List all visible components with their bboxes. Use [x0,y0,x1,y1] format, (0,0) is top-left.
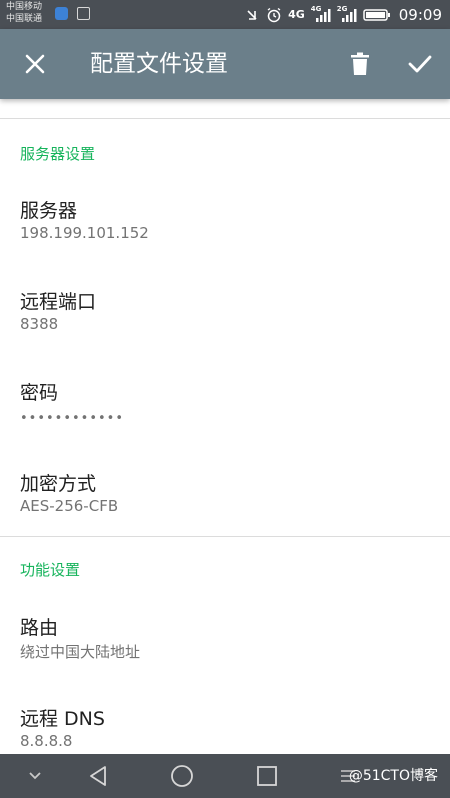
confirm-button[interactable] [392,29,448,99]
pref-remote-port[interactable]: 远程端口 8388 [0,287,450,367]
pref-remote-dns-value: 8.8.8.8 [20,732,73,750]
pref-encryption-value: AES-256-CFB [20,497,119,515]
close-icon [25,54,45,74]
status-icons: 4G 4G 2G 09:09 [244,0,442,29]
signal-group-1: 4G [311,5,331,23]
delete-button[interactable] [332,29,388,99]
pref-route-value: 绕过中国大陆地址 [20,643,141,661]
notification-image-icon [77,7,90,20]
carrier-2: 中国联通 [6,14,43,24]
pref-route-title: 路由 [20,617,59,639]
page-title: 配置文件设置 [90,51,228,77]
navigation-bar: @51CTO博客 [0,754,450,798]
signal-icon-2 [341,8,357,22]
notification-app-icon [55,7,68,20]
back-nav-button[interactable] [78,754,118,798]
section-header-features: 功能设置 [20,561,81,579]
pref-remote-port-value: 8388 [20,315,59,333]
clock: 09:09 [398,5,442,24]
home-nav-button[interactable] [162,754,202,798]
section-divider [0,536,450,537]
pref-encryption-title: 加密方式 [20,473,97,495]
recents-nav-button[interactable] [247,754,287,798]
back-nav-icon [90,766,106,786]
pref-server-value: 198.199.101.152 [20,224,149,242]
pref-password-value: •••••••••••• [20,411,125,426]
hide-nav-button[interactable] [20,754,50,798]
network-type-1: 4G [288,8,305,21]
pref-encryption[interactable]: 加密方式 AES-256-CFB [0,469,450,549]
vibrate-off-icon [247,9,257,20]
pref-route[interactable]: 路由 绕过中国大陆地址 [0,613,450,693]
pref-remote-dns-title: 远程 DNS [20,708,105,730]
pref-server-title: 服务器 [20,200,78,222]
alarm-icon [267,7,281,22]
pref-password[interactable]: 密码 •••••••••••• [0,378,450,458]
home-nav-icon [171,765,193,787]
pref-remote-dns[interactable]: 远程 DNS 8.8.8.8 [0,704,450,754]
top-divider [0,118,450,119]
signal-icon-1 [315,8,331,22]
pref-server[interactable]: 服务器 198.199.101.152 [0,196,450,276]
battery-icon [363,8,390,21]
check-icon [408,55,432,73]
status-bar: 中国移动 中国联通 4G 4G 2G 09:09 [0,0,450,29]
signal-group-2: 2G [337,5,357,23]
section-header-server: 服务器设置 [20,145,96,163]
recents-nav-icon [257,766,277,786]
close-button[interactable] [7,29,63,99]
delete-icon [351,52,369,75]
watermark: @51CTO博客 [348,768,438,784]
pref-remote-port-title: 远程端口 [20,291,97,313]
chevron-down-icon [29,772,41,780]
carrier-info: 中国移动 中国联通 [6,1,42,25]
app-bar: 配置文件设置 [0,29,450,99]
pref-password-title: 密码 [20,382,59,404]
settings-list[interactable]: 服务器设置 服务器 198.199.101.152 远程端口 8388 密码 •… [0,99,450,754]
carrier-1: 中国移动 [6,2,43,12]
